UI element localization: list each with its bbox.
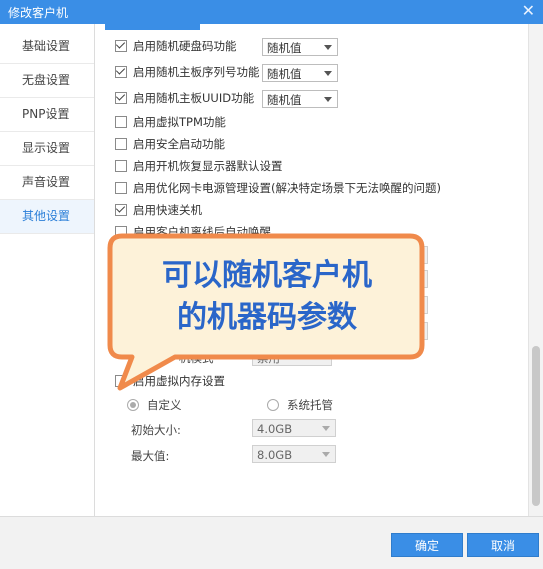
chevron-down-icon [322,452,330,457]
initial-size-label: 初始大小: [131,423,181,437]
option-virtual-memory[interactable]: 启用虚拟内存设置 [115,371,225,391]
select-value: 随机值 [267,93,302,107]
option-label: 启用虚拟内存设置 [133,374,225,388]
callout-line-1: 可以随机客户机 [162,258,372,293]
checkbox[interactable] [115,182,127,194]
sidebar: 基础设置 无盘设置 PNP设置 显示设置 声音设置 其他设置 [0,24,95,516]
dialog-footer: 确定 取消 [0,516,543,569]
option-random-disk[interactable]: 启用随机硬盘码功能 [115,36,237,56]
option-label: 启用虚拟TPM功能 [133,115,226,129]
checkbox[interactable] [115,92,127,104]
checkbox[interactable] [115,40,127,52]
scrollbar-thumb[interactable] [532,346,540,506]
confirm-button[interactable]: 确定 [391,533,463,557]
option-auto-wake[interactable]: 启用客户机离线后自动唤醒 [115,222,271,242]
radio-label: 自定义 [147,398,182,412]
cancel-button[interactable]: 取消 [467,533,539,557]
option-label: 启用客户机离线后自动唤醒 [133,225,271,239]
callout-line-2: 的机器码参数 [177,300,357,335]
checkbox[interactable] [115,160,127,172]
radio-label: 系统托管 [287,398,333,412]
option-secure-boot[interactable]: 启用安全启动功能 [115,134,225,154]
option-label: 启用随机主板序列号功能 [133,65,260,79]
option-random-uuid[interactable]: 启用随机主板UUID功能 [115,88,254,108]
title-bar: 修改客户机 ✕ [0,0,543,24]
sidebar-item-other[interactable]: 其他设置 [0,200,94,234]
chevron-down-icon [324,45,332,50]
sidebar-item-diskless[interactable]: 无盘设置 [0,64,94,98]
select-value: 8.0GB [257,448,293,462]
sidebar-item-pnp[interactable]: PNP设置 [0,98,94,132]
option-nic-power[interactable]: 启用优化网卡电源管理设置(解决特定场景下无法唤醒的问题) [115,178,441,198]
initial-size-select[interactable]: 4.0GB [252,419,336,437]
active-tab-indicator [105,24,200,30]
max-size-label: 最大值: [131,449,170,463]
random-uuid-select[interactable]: 随机值 [262,90,338,108]
option-label: 启用随机硬盘码功能 [133,39,237,53]
option-restore-display[interactable]: 启用开机恢复显示器默认设置 [115,156,283,176]
checkbox[interactable] [115,66,127,78]
select-value: 4.0GB [257,422,293,436]
select-value: 禁用 [257,351,280,365]
radio-system-managed[interactable]: 系统托管 [267,397,333,413]
select-value: 随机值 [267,41,302,55]
option-label: 启用随机主板UUID功能 [133,91,255,105]
chevron-down-icon [324,97,332,102]
radio-button[interactable] [267,399,279,411]
option-label: 启用安全启动功能 [133,137,225,151]
partial-mode-select[interactable]: 禁用 [252,348,332,366]
window-title: 修改客户机 [8,6,69,20]
option-random-serial[interactable]: 启用随机主板序列号功能 [115,62,260,82]
max-size-select[interactable]: 8.0GB [252,445,336,463]
checkbox[interactable] [115,375,127,387]
option-label: 启用快速关机 [133,203,202,217]
chevron-down-icon [322,426,330,431]
close-icon[interactable]: ✕ [522,2,535,20]
callout-text: 可以随机客户机 的机器码参数 [115,255,419,339]
random-serial-select[interactable]: 随机值 [262,64,338,82]
option-virtual-tpm[interactable]: 启用虚拟TPM功能 [115,112,226,132]
select-value: 随机值 [267,67,302,81]
radio-button[interactable] [127,399,139,411]
partial-mode-label: 机模式 [179,351,214,365]
radio-custom[interactable]: 自定义 [127,397,182,413]
chevron-down-icon [324,71,332,76]
vertical-scrollbar[interactable] [528,24,543,516]
sidebar-item-basic[interactable]: 基础设置 [0,30,94,64]
checkbox[interactable] [115,226,127,238]
option-label: 启用优化网卡电源管理设置(解决特定场景下无法唤醒的问题) [133,181,441,195]
sidebar-item-display[interactable]: 显示设置 [0,132,94,166]
checkbox[interactable] [115,116,127,128]
option-label: 启用开机恢复显示器默认设置 [133,159,283,173]
checkbox[interactable] [115,138,127,150]
random-disk-select[interactable]: 随机值 [262,38,338,56]
checkbox[interactable] [115,204,127,216]
sidebar-item-sound[interactable]: 声音设置 [0,166,94,200]
option-fast-shutdown[interactable]: 启用快速关机 [115,200,202,220]
